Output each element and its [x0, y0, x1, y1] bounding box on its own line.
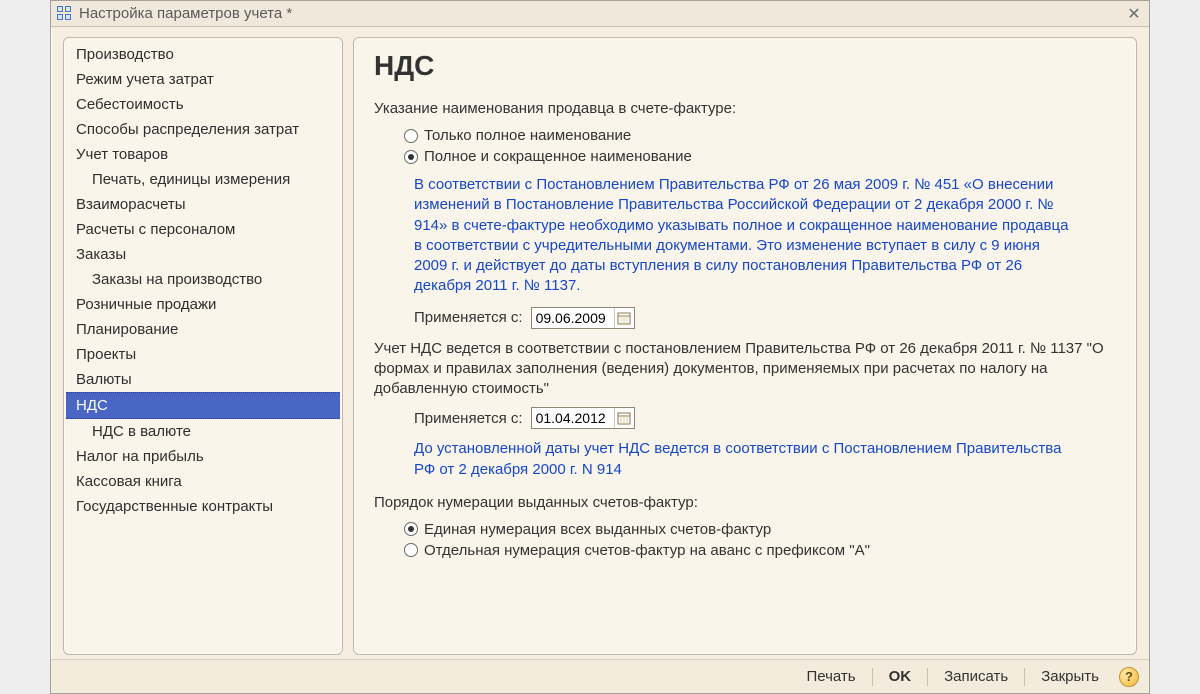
applies-from-label: Применяется с:: [414, 309, 523, 326]
save-button[interactable]: Записать: [934, 666, 1018, 687]
sidebar-item[interactable]: Кассовая книга: [66, 469, 340, 494]
applies-from-row-2: Применяется с:: [414, 407, 1116, 429]
sidebar-item[interactable]: Расчеты с персоналом: [66, 217, 340, 242]
sidebar-item[interactable]: Государственные контракты: [66, 494, 340, 519]
applies-from-row-1: Применяется с:: [414, 307, 1116, 329]
sidebar-item[interactable]: Учет товаров: [66, 142, 340, 167]
sidebar-item[interactable]: Способы распределения затрат: [66, 117, 340, 142]
regulation-note-2: До установленной даты учет НДС ведется в…: [414, 439, 1074, 480]
sidebar: ПроизводствоРежим учета затратСебестоимо…: [63, 37, 343, 655]
sidebar-item[interactable]: Планирование: [66, 317, 340, 342]
radio-icon: [404, 150, 418, 164]
separator: [1024, 668, 1025, 686]
radio-single-numbering[interactable]: Единая нумерация всех выданных счетов-фа…: [404, 521, 1116, 538]
radio-label: Отдельная нумерация счетов-фактур на ава…: [424, 542, 870, 559]
separator: [927, 668, 928, 686]
radio-full-only[interactable]: Только полное наименование: [404, 127, 1116, 144]
radio-icon: [404, 543, 418, 557]
sidebar-item[interactable]: Розничные продажи: [66, 292, 340, 317]
sidebar-item[interactable]: Производство: [66, 42, 340, 67]
sidebar-item[interactable]: НДС: [66, 392, 340, 419]
radio-icon: [404, 129, 418, 143]
radio-full-and-short[interactable]: Полное и сокращенное наименование: [404, 148, 1116, 165]
close-icon[interactable]: ✕: [1125, 5, 1143, 23]
sidebar-item[interactable]: Проекты: [66, 342, 340, 367]
ok-button[interactable]: OK: [879, 666, 922, 687]
radio-icon: [404, 522, 418, 536]
sidebar-item[interactable]: Печать, единицы измерения: [66, 167, 340, 192]
content-panel: НДС Указание наименования продавца в сче…: [353, 37, 1137, 655]
radio-label: Только полное наименование: [424, 127, 631, 144]
radio-label: Единая нумерация всех выданных счетов-фа…: [424, 521, 771, 538]
date-input-2[interactable]: [531, 407, 635, 429]
sidebar-item[interactable]: Режим учета затрат: [66, 67, 340, 92]
footer-toolbar: Печать OK Записать Закрыть ?: [51, 659, 1149, 693]
regulation-note-1: В соответствии с Постановлением Правител…: [414, 175, 1074, 297]
seller-name-label: Указание наименования продавца в счете-ф…: [374, 100, 1116, 117]
calendar-icon[interactable]: [614, 408, 634, 428]
page-title: НДС: [374, 50, 1116, 82]
radio-separate-numbering[interactable]: Отдельная нумерация счетов-фактур на ава…: [404, 542, 1116, 559]
print-button[interactable]: Печать: [796, 666, 865, 687]
sidebar-item[interactable]: Налог на прибыль: [66, 444, 340, 469]
sidebar-item[interactable]: НДС в валюте: [66, 419, 340, 444]
date-input-1[interactable]: [531, 307, 635, 329]
help-icon[interactable]: ?: [1119, 667, 1139, 687]
window-title: Настройка параметров учета *: [79, 5, 1125, 22]
close-button[interactable]: Закрыть: [1031, 666, 1109, 687]
window-body: ПроизводствоРежим учета затратСебестоимо…: [51, 27, 1149, 659]
titlebar: Настройка параметров учета * ✕: [51, 1, 1149, 27]
settings-window: Настройка параметров учета * ✕ Производс…: [50, 0, 1150, 694]
sidebar-item[interactable]: Взаиморасчеты: [66, 192, 340, 217]
applies-from-label: Применяется с:: [414, 410, 523, 427]
sidebar-item[interactable]: Себестоимость: [66, 92, 340, 117]
calendar-icon[interactable]: [614, 308, 634, 328]
date-field-2[interactable]: [532, 408, 614, 428]
sidebar-item[interactable]: Заказы на производство: [66, 267, 340, 292]
app-icon: [57, 6, 73, 22]
date-field-1[interactable]: [532, 308, 614, 328]
separator: [872, 668, 873, 686]
sidebar-item[interactable]: Валюты: [66, 367, 340, 392]
numbering-label: Порядок нумерации выданных счетов-фактур…: [374, 494, 1116, 511]
radio-label: Полное и сокращенное наименование: [424, 148, 692, 165]
sidebar-item[interactable]: Заказы: [66, 242, 340, 267]
regulation-para-2: Учет НДС ведется в соответствии с постан…: [374, 339, 1116, 400]
